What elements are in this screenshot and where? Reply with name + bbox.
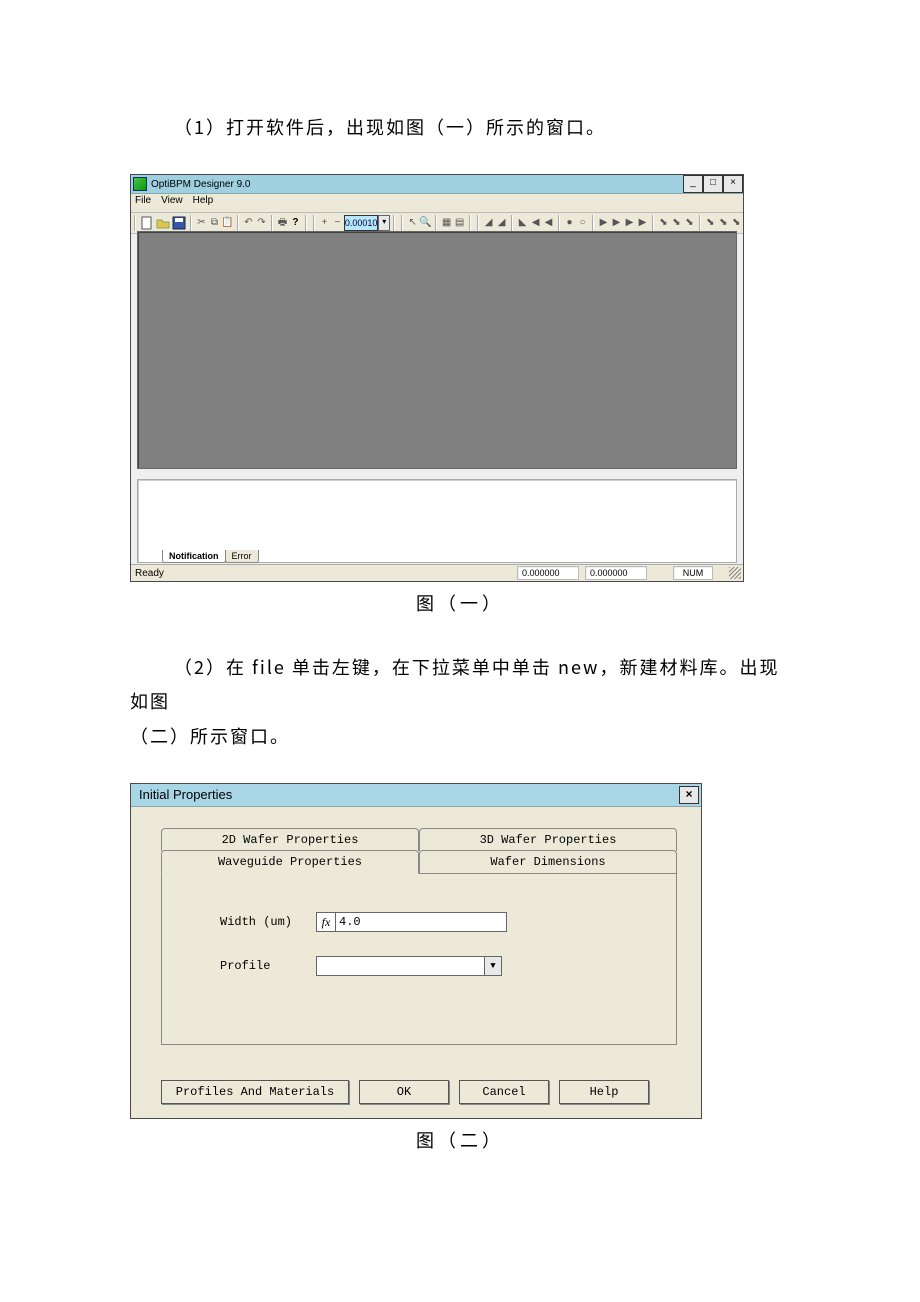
label-profile: Profile <box>220 959 316 973</box>
toolbar-number-dropdown[interactable]: ▾ <box>378 215 390 231</box>
fig1-statusbar: Ready 0.000000 0.000000 NUM <box>131 564 743 581</box>
menu-file[interactable]: File <box>135 195 151 211</box>
tool-c-icon[interactable]: ◣ <box>516 215 529 231</box>
status-num: NUM <box>673 566 713 580</box>
label-width: Width (um) <box>220 915 316 929</box>
tool-g-icon[interactable]: ○ <box>576 215 589 231</box>
paragraph-2b: （二）所示窗口。 <box>130 719 790 753</box>
tool-a-icon[interactable]: ◢ <box>482 215 495 231</box>
tool-i-icon[interactable]: ▶ <box>610 215 623 231</box>
tool-f-icon[interactable]: ● <box>563 215 576 231</box>
pointer-icon[interactable]: ↖ <box>406 215 419 231</box>
fig2-tab-body: Width (um) fx 4.0 Profile ▼ <box>161 874 677 1045</box>
status-coord-1: 0.000000 <box>517 566 579 580</box>
tool-e-icon[interactable]: ◀ <box>542 215 555 231</box>
redo-icon[interactable]: ↷ <box>255 215 268 231</box>
fig1-titlebar: OptiBPM Designer 9.0 _ □ × <box>131 175 743 194</box>
width-input[interactable]: 4.0 <box>335 912 507 932</box>
figure-2-dialog: Initial Properties × 2D Wafer Properties… <box>130 783 702 1119</box>
fig1-menubar: File View Help <box>131 194 743 213</box>
figure-1-app-window: OptiBPM Designer 9.0 _ □ × File View Hel… <box>130 174 744 582</box>
tool-j-icon[interactable]: ▶ <box>623 215 636 231</box>
help-icon[interactable]: ? <box>289 215 302 231</box>
tool-icon[interactable]: ▤ <box>453 215 466 231</box>
fig1-output-panel: Notification Error <box>137 479 737 563</box>
menu-help[interactable]: Help <box>193 195 214 211</box>
undo-icon[interactable]: ↶ <box>242 215 255 231</box>
caption-1: 图（一） <box>130 590 790 616</box>
tab-wafer-dimensions[interactable]: Wafer Dimensions <box>419 850 677 874</box>
fig1-canvas <box>137 231 737 469</box>
menu-view[interactable]: View <box>161 195 183 211</box>
tab-2d-wafer[interactable]: 2D Wafer Properties <box>161 828 419 851</box>
fig2-titlebar: Initial Properties × <box>131 784 701 807</box>
caption-2: 图（二） <box>130 1127 790 1153</box>
tab-error[interactable]: Error <box>225 550 259 563</box>
minimize-button[interactable]: _ <box>683 175 703 193</box>
resize-grip-icon[interactable] <box>729 567 741 579</box>
chevron-down-icon: ▼ <box>484 957 501 975</box>
new-icon[interactable] <box>139 215 155 231</box>
toolbar-number-field[interactable]: 0.00010 <box>344 215 379 231</box>
save-icon[interactable] <box>171 215 187 231</box>
fx-button[interactable]: fx <box>316 912 336 932</box>
cancel-button[interactable]: Cancel <box>459 1080 549 1104</box>
tool-n-icon[interactable]: ⬊ <box>683 215 696 231</box>
maximize-button[interactable]: □ <box>703 175 723 193</box>
tool-o-icon[interactable]: ⬊ <box>704 215 717 231</box>
print-icon[interactable]: 🖶 <box>276 215 289 231</box>
tool-b-icon[interactable]: ◢ <box>495 215 508 231</box>
app-icon <box>133 177 147 191</box>
zoom-in-icon[interactable]: + <box>318 215 331 231</box>
cut-icon[interactable]: ✂ <box>195 215 208 231</box>
status-ready: Ready <box>135 568 164 579</box>
status-coord-2: 0.000000 <box>585 566 647 580</box>
paragraph-2a: （2）在 file 单击左键，在下拉菜单中单击 new，新建材料库。出现如图 <box>130 650 790 718</box>
paragraph-1: （1）打开软件后，出现如图（一）所示的窗口。 <box>130 110 790 144</box>
tab-waveguide-properties[interactable]: Waveguide Properties <box>161 850 419 874</box>
tab-notification[interactable]: Notification <box>162 550 226 563</box>
fig1-title: OptiBPM Designer 9.0 <box>151 179 251 190</box>
help-button[interactable]: Help <box>559 1080 649 1104</box>
tool-l-icon[interactable]: ⬊ <box>657 215 670 231</box>
profile-dropdown[interactable]: ▼ <box>316 956 502 976</box>
zoom-icon[interactable]: 🔍 <box>419 215 432 231</box>
close-button[interactable]: × <box>723 175 743 193</box>
fig2-title: Initial Properties <box>139 787 232 802</box>
grid-icon[interactable]: ▦ <box>440 215 453 231</box>
tab-3d-wafer[interactable]: 3D Wafer Properties <box>419 828 677 851</box>
tool-p-icon[interactable]: ⬊ <box>717 215 730 231</box>
ok-button[interactable]: OK <box>359 1080 449 1104</box>
tool-h-icon[interactable]: ▶ <box>597 215 610 231</box>
zoom-out-icon[interactable]: − <box>331 215 344 231</box>
paste-icon[interactable]: 📋 <box>221 215 234 231</box>
tool-d-icon[interactable]: ◀ <box>529 215 542 231</box>
copy-icon[interactable]: ⧉ <box>208 215 221 231</box>
dialog-close-button[interactable]: × <box>679 786 699 804</box>
open-icon[interactable] <box>155 215 171 231</box>
tool-q-icon[interactable]: ⬊ <box>730 215 743 231</box>
tool-m-icon[interactable]: ⬊ <box>670 215 683 231</box>
tool-k-icon[interactable]: ▶ <box>636 215 649 231</box>
profiles-materials-button[interactable]: Profiles And Materials <box>161 1080 349 1104</box>
